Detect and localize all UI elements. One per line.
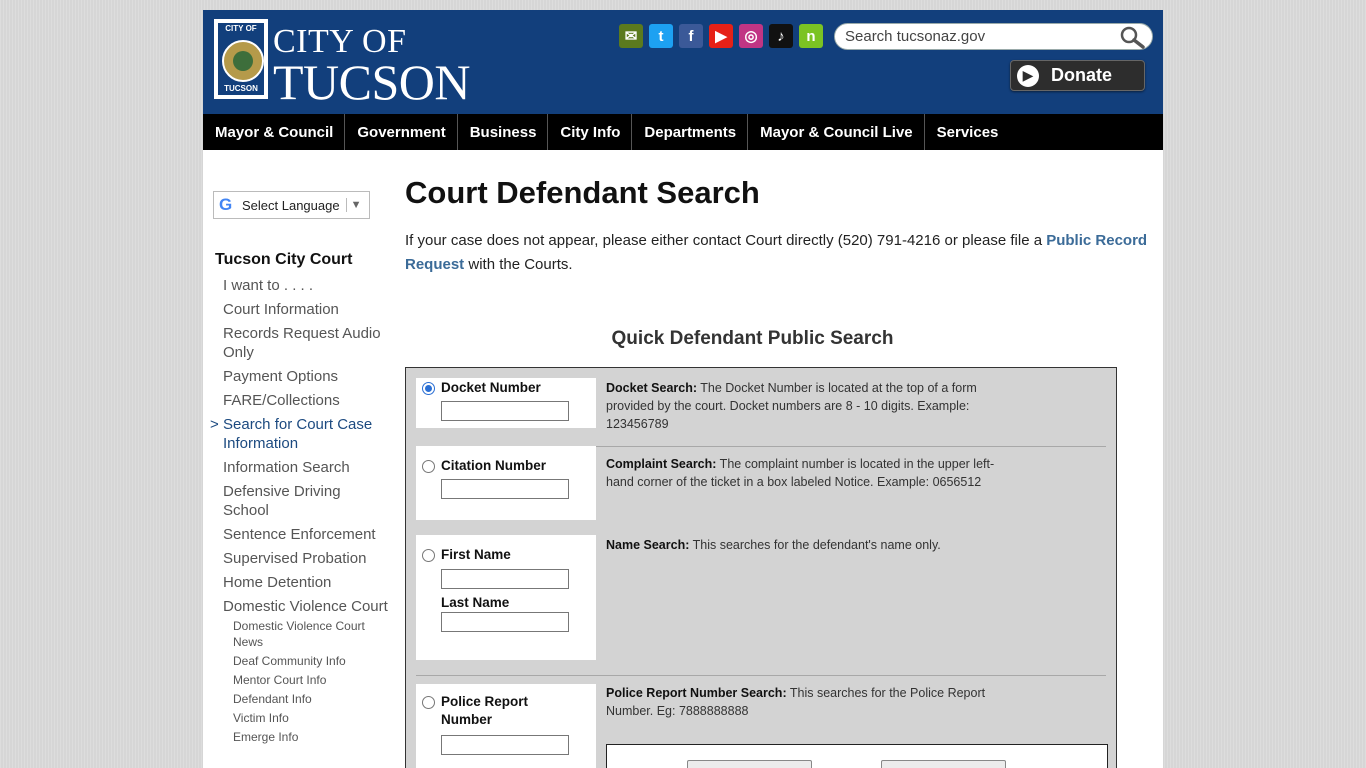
- site-search: [834, 23, 1153, 50]
- intro-suffix: with the Courts.: [464, 256, 573, 273]
- docket-radio[interactable]: [422, 382, 435, 395]
- city-seal-icon: CITY OF TUCSON: [214, 19, 268, 99]
- police-radio[interactable]: [422, 696, 435, 709]
- city-logo[interactable]: CITY OF TUCSON CITY OF TUCSON: [214, 19, 471, 107]
- docket-description: Docket Search: The Docket Number is loca…: [606, 379, 1016, 433]
- form-button-area: [606, 744, 1108, 768]
- sidebar-item-court-information[interactable]: Court Information: [223, 300, 388, 319]
- name-description: Name Search: This searches for the defen…: [606, 536, 1016, 554]
- last-name-label: Last Name: [441, 595, 510, 610]
- nav-item-mayor-council[interactable]: Mayor & Council: [203, 114, 346, 150]
- citation-description: Complaint Search: The complaint number i…: [606, 455, 1016, 491]
- last-name-input[interactable]: [441, 612, 569, 632]
- intro-paragraph: If your case does not appear, please eit…: [405, 229, 1150, 277]
- nav-item-business[interactable]: Business: [458, 114, 549, 150]
- sidebar-item-information-search[interactable]: Information Search: [223, 458, 388, 477]
- sidebar-nav: I want to . . . . Court Information Reco…: [210, 276, 388, 748]
- sidebar-subitem-defendant-info[interactable]: Defendant Info: [233, 691, 388, 707]
- search-icon[interactable]: [1118, 25, 1146, 49]
- logo-wordmark: CITY OF TUCSON: [273, 19, 471, 110]
- name-desc-title: Name Search:: [606, 538, 690, 552]
- first-name-label: First Name: [441, 547, 511, 562]
- facebook-icon[interactable]: f: [679, 24, 703, 48]
- page-title: Court Defendant Search: [405, 175, 760, 210]
- docket-number-input[interactable]: [441, 401, 569, 421]
- logo-line-2: TUCSON: [273, 54, 471, 110]
- sidebar-item-supervised-probation[interactable]: Supervised Probation: [223, 549, 388, 568]
- nav-item-departments[interactable]: Departments: [632, 114, 749, 150]
- first-name-input[interactable]: [441, 569, 569, 589]
- intro-text: If your case does not appear, please eit…: [405, 232, 1047, 249]
- clear-button[interactable]: [881, 760, 1006, 768]
- chevron-down-icon: ▼: [350, 199, 362, 211]
- seal-top-text: CITY OF: [225, 24, 257, 33]
- name-row: First Name Last Name Name Search: This s…: [416, 535, 1106, 665]
- search-button[interactable]: [687, 760, 812, 768]
- chevron-right-icon: ▶: [1017, 64, 1039, 87]
- form-title: Quick Defendant Public Search: [611, 328, 894, 349]
- sidebar-subitem-mentor-court[interactable]: Mentor Court Info: [233, 672, 388, 688]
- sidebar-subitem-victim-info[interactable]: Victim Info: [233, 710, 388, 726]
- citation-number-input[interactable]: [441, 479, 569, 499]
- name-radio[interactable]: [422, 549, 435, 562]
- donate-button[interactable]: ▶ Donate: [1010, 60, 1145, 91]
- sidebar-subitem-dv-court-news[interactable]: Domestic Violence Court News: [233, 618, 388, 650]
- sidebar-item-i-want-to[interactable]: I want to . . . .: [223, 276, 388, 295]
- sidebar-title: Tucson City Court: [215, 251, 353, 268]
- donate-label: Donate: [1051, 65, 1113, 85]
- sidebar-item-domestic-violence-court[interactable]: Domestic Violence Court: [223, 597, 388, 616]
- search-input[interactable]: [843, 27, 1113, 46]
- seal-bottom-text: TUCSON: [224, 84, 258, 93]
- language-select-label: Select Language: [242, 197, 340, 213]
- sidebar-subitem-emerge-info[interactable]: Emerge Info: [233, 729, 388, 745]
- nav-item-services[interactable]: Services: [925, 114, 1010, 150]
- sidebar-item-fare-collections[interactable]: FARE/Collections: [223, 391, 388, 410]
- youtube-icon[interactable]: ▶: [709, 24, 733, 48]
- google-icon: G: [219, 195, 233, 214]
- twitter-icon[interactable]: t: [649, 24, 673, 48]
- police-description: Police Report Number Search: This search…: [606, 684, 1016, 720]
- sidebar-item-search-court-case[interactable]: Search for Court Case Information: [210, 415, 388, 453]
- citation-row: Citation Number Complaint Search: The co…: [416, 446, 1106, 526]
- sidebar-item-records-request-audio[interactable]: Records Request Audio Only: [223, 324, 388, 362]
- email-icon[interactable]: ✉: [619, 24, 643, 48]
- police-label: Police Report Number: [441, 694, 529, 727]
- police-desc-title: Police Report Number Search:: [606, 686, 787, 700]
- social-links: ✉ t f ▶ ◎ ♪ n: [619, 24, 823, 48]
- sidebar-item-home-detention[interactable]: Home Detention: [223, 573, 388, 592]
- language-select[interactable]: G Select Language ▼: [213, 191, 370, 219]
- nav-item-mayor-council-live[interactable]: Mayor & Council Live: [748, 114, 925, 150]
- nav-item-city-info[interactable]: City Info: [548, 114, 633, 150]
- search-form: Docket Number Docket Search: The Docket …: [405, 367, 1117, 768]
- citation-label: Citation Number: [441, 458, 547, 473]
- instagram-icon[interactable]: ◎: [739, 24, 763, 48]
- docket-desc-title: Docket Search:: [606, 381, 698, 395]
- tiktok-icon[interactable]: ♪: [769, 24, 793, 48]
- sidebar-item-sentence-enforcement[interactable]: Sentence Enforcement: [223, 525, 388, 544]
- page-container: CITY OF TUCSON CITY OF TUCSON ✉tf▶◎♪n ▶ …: [203, 10, 1163, 768]
- site-header: CITY OF TUCSON CITY OF TUCSON ✉tf▶◎♪n ▶ …: [203, 10, 1163, 114]
- citation-desc-title: Complaint Search:: [606, 457, 717, 471]
- sidebar-subitem-deaf-community[interactable]: Deaf Community Info: [233, 653, 388, 669]
- name-desc-text: This searches for the defendant's name o…: [689, 538, 941, 552]
- sidebar-item-payment-options[interactable]: Payment Options: [223, 367, 388, 386]
- police-report-input[interactable]: [441, 735, 569, 755]
- docket-label: Docket Number: [441, 380, 541, 395]
- nav-item-government[interactable]: Government: [345, 114, 458, 150]
- main-nav: Mayor & Council Government Business City…: [203, 114, 1163, 150]
- docket-row: Docket Number Docket Search: The Docket …: [416, 378, 1106, 438]
- nextdoor-icon[interactable]: n: [799, 24, 823, 48]
- sidebar-item-defensive-driving[interactable]: Defensive Driving School: [223, 482, 388, 520]
- citation-radio[interactable]: [422, 460, 435, 473]
